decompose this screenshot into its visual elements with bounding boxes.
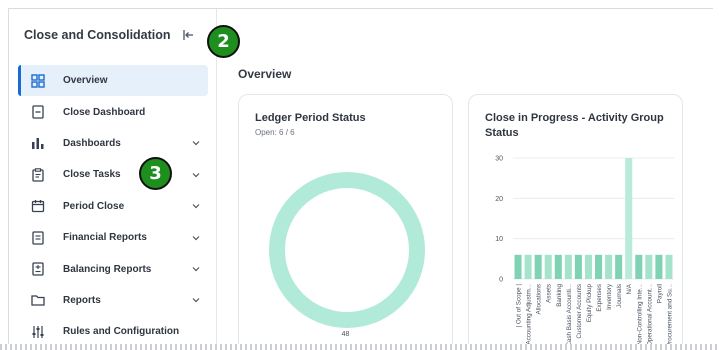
bar[interactable] — [544, 254, 552, 279]
x-tick-label: Customer Accounts — [576, 284, 583, 339]
x-tick-label: Banking — [556, 284, 563, 307]
grid-icon — [31, 73, 45, 88]
collapse-sidebar-icon[interactable] — [182, 29, 194, 41]
x-tick-label: Payroll — [656, 284, 663, 303]
dashboard-doc-icon — [32, 105, 44, 119]
sidebar-item-overview[interactable]: Overview — [18, 65, 208, 97]
activity-group-status-card[interactable]: Close in Progress - Activity Group Statu… — [468, 94, 683, 344]
sidebar-item-label: Overview — [63, 75, 108, 87]
bar[interactable] — [554, 254, 562, 279]
sidebar-item-label: Dashboards — [63, 137, 121, 149]
sidebar-item-label: Financial Reports — [63, 232, 147, 244]
bar[interactable] — [625, 158, 633, 279]
bar[interactable] — [534, 254, 542, 279]
sidebar-item-label: Close Dashboard — [63, 106, 146, 118]
bottom-overflow-strip — [0, 344, 719, 350]
y-tick-label: 20 — [495, 196, 503, 203]
y-tick-label: 10 — [495, 236, 503, 243]
x-tick-label: Journals — [616, 284, 623, 308]
sidebar-item-close-dashboard[interactable]: Close Dashboard — [18, 96, 208, 127]
x-tick-label: Operational Account... — [646, 284, 653, 344]
report-icon — [32, 230, 44, 245]
annotation-badge-2: 2 — [207, 25, 240, 58]
card-title: Ledger Period Status — [255, 112, 366, 124]
bar[interactable] — [615, 254, 623, 279]
bar[interactable] — [524, 254, 532, 279]
sidebar-item-label: Reports — [63, 294, 101, 306]
bar[interactable] — [655, 254, 663, 279]
x-tick-label: Allocations — [536, 284, 543, 314]
sidebar-item-reports[interactable]: Reports — [18, 285, 208, 316]
sidebar-item-rules-and-configuration[interactable]: Rules and Configuration — [18, 316, 208, 344]
sidebar-item-label: Rules and Configuration — [63, 326, 180, 338]
sidebar-item-close-tasks[interactable]: Close Tasks — [18, 159, 208, 190]
chevron-down-icon[interactable] — [191, 264, 201, 274]
bar[interactable] — [645, 254, 653, 279]
x-tick-label: | Out of Scope | — [516, 284, 523, 328]
donut-slice[interactable] — [269, 172, 425, 328]
sidebar-item-label: Period Close — [63, 200, 125, 212]
sidebar-item-label: Balancing Reports — [63, 263, 152, 275]
x-tick-label: N/A — [626, 283, 633, 294]
x-tick-label: Procurement and Su... — [666, 284, 673, 344]
sidebar-item-period-close[interactable]: Period Close — [18, 191, 208, 222]
annotation-badge-3: 3 — [139, 157, 172, 190]
x-tick-label: Non-Controlling Inte... — [636, 284, 643, 344]
bar[interactable] — [595, 254, 603, 279]
clipboard-icon — [32, 168, 44, 182]
x-tick-label: Assets — [546, 284, 553, 303]
balance-report-icon — [32, 262, 44, 276]
x-tick-label: Expenses — [596, 284, 603, 312]
sidebar-item-label: Close Tasks — [63, 169, 121, 181]
chevron-down-icon[interactable] — [191, 233, 201, 243]
sidebar-item-financial-reports[interactable]: Financial Reports — [18, 222, 208, 253]
x-tick-label: Cash Basis Accounti... — [566, 284, 573, 344]
chevron-down-icon[interactable] — [191, 138, 201, 148]
sidebar-title: Close and Consolidation — [24, 28, 171, 42]
sliders-icon — [32, 325, 44, 338]
ledger-status-donut[interactable] — [267, 170, 427, 330]
app-frame: Close and Consolidation Overview Close D… — [8, 8, 713, 344]
activity-group-bar-chart[interactable]: 0 10 20 30 | Out of Scope | Accounting Adjust… — [469, 95, 684, 344]
bar[interactable] — [584, 254, 592, 279]
page-title: Overview — [238, 67, 292, 81]
bar[interactable] — [514, 254, 522, 279]
chevron-down-icon[interactable] — [191, 201, 201, 211]
sidebar-item-balancing-reports[interactable]: Balancing Reports — [18, 253, 208, 284]
chevron-down-icon[interactable] — [191, 170, 201, 180]
y-tick-label: 0 — [499, 277, 503, 284]
card-subtitle: Open: 6 / 6 — [255, 128, 295, 137]
folder-icon — [31, 295, 45, 307]
bar[interactable] — [665, 254, 673, 279]
sidebar-item-dashboards[interactable]: Dashboards — [18, 128, 208, 159]
bar-chart-icon — [32, 138, 44, 150]
bar[interactable] — [574, 254, 582, 279]
bar[interactable] — [564, 254, 572, 279]
sidebar: Close and Consolidation Overview Close D… — [9, 9, 217, 344]
calendar-icon — [31, 200, 45, 213]
y-tick-label: 30 — [495, 156, 503, 163]
x-tick-label: Inventory — [606, 283, 613, 310]
bar[interactable] — [605, 254, 613, 279]
bar[interactable] — [635, 254, 643, 279]
chevron-down-icon[interactable] — [191, 295, 201, 305]
x-tick-label: Accounting Adjustm... — [526, 284, 533, 344]
x-tick-label: Equity Pickup — [586, 284, 593, 323]
ledger-period-status-card[interactable]: Ledger Period Status Open: 6 / 6 48 — [238, 94, 453, 344]
donut-value-label: 48 — [341, 331, 350, 338]
sidebar-nav: Overview Close Dashboard Dashboards Clos… — [18, 65, 208, 344]
